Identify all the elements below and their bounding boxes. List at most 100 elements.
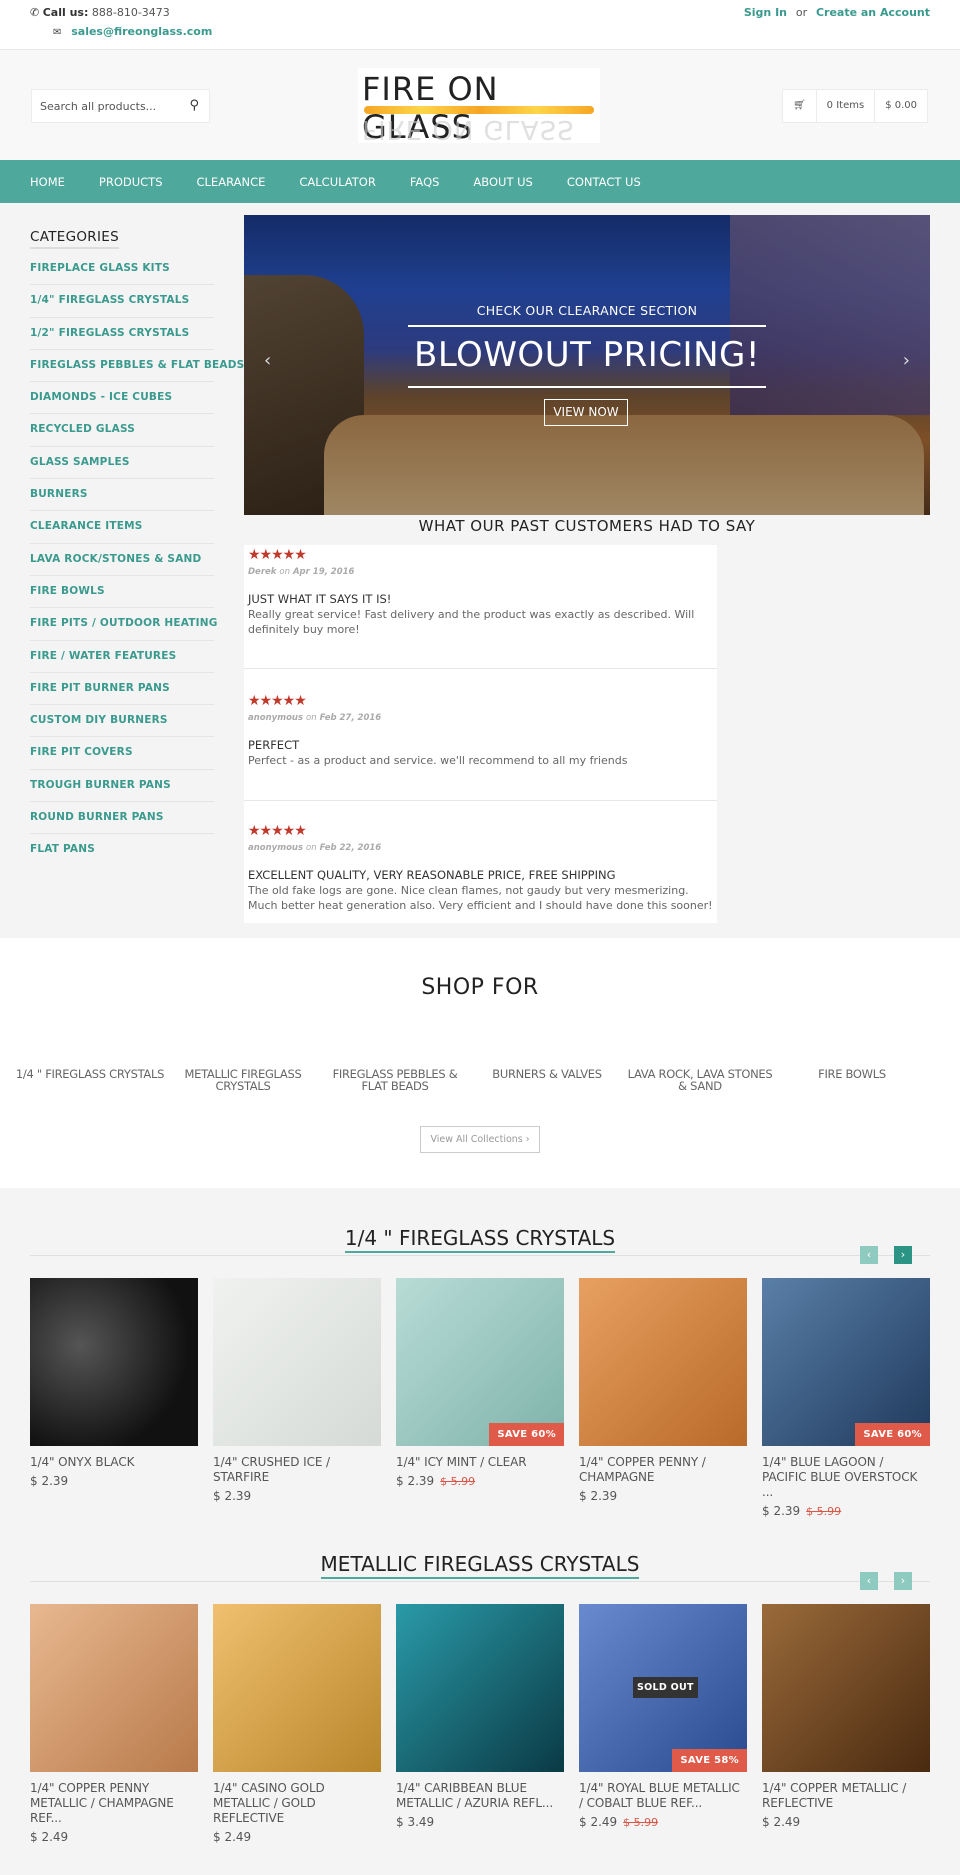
product-price: $ 2.49 [579,1815,618,1829]
category-item[interactable]: 1/2" FIREGLASS CRYSTALS [30,318,214,350]
slider-prev-icon[interactable]: ‹ [264,350,271,371]
shop-category-link[interactable]: METALLIC FIREGLASS CRYSTALS [168,1068,318,1092]
product-image[interactable] [30,1604,198,1772]
product-card[interactable]: 1/4" CASINO GOLD METALLIC / GOLD REFLECT… [213,1604,381,1844]
product-card[interactable]: SAVE 60% 1/4" BLUE LAGOON / PACIFIC BLUE… [762,1278,930,1518]
product-image[interactable]: SAVE 60% [762,1278,930,1446]
nav-about-us[interactable]: ABOUT US [473,175,532,189]
slider-next-icon[interactable]: › [903,350,910,371]
category-item[interactable]: FIRE PIT BURNER PANS [30,673,214,706]
product-name[interactable]: 1/4" CASINO GOLD METALLIC / GOLD REFLECT… [213,1781,381,1826]
product-name[interactable]: 1/4" ICY MINT / CLEAR [396,1455,564,1470]
hero-slider[interactable]: CHECK OUR CLEARANCE SECTION BLOWOUT PRIC… [244,215,930,515]
divider [30,1255,930,1256]
product-name[interactable]: 1/4" CARIBBEAN BLUE METALLIC / AZURIA RE… [396,1781,564,1811]
product-name[interactable]: 1/4" CRUSHED ICE / STARFIRE [213,1455,381,1485]
review-item: ★★★★★ anonymous on Feb 27, 2016 PERFECT … [244,669,717,801]
product-price: $ 2.39 [30,1474,69,1488]
cart-widget[interactable]: 🛒︎ 0 Items $ 0.00 [781,89,928,123]
shop-category-link[interactable]: LAVA ROCK, LAVA STONES & SAND [625,1068,775,1092]
product-card[interactable]: 1/4" COPPER METALLIC / REFLECTIVE $ 2.49 [762,1604,930,1829]
category-item[interactable]: LAVA ROCK/STONES & SAND [30,544,214,576]
shop-category-link[interactable]: FIRE BOWLS [777,1068,927,1080]
view-now-button[interactable]: VIEW NOW [544,399,628,426]
view-all-collections-button[interactable]: View All Collections › [420,1126,540,1153]
product-image[interactable] [213,1604,381,1772]
product-name[interactable]: 1/4" COPPER PENNY METALLIC / CHAMPAGNE R… [30,1781,198,1826]
product-image[interactable] [30,1278,198,1446]
product-image[interactable] [762,1604,930,1772]
category-item[interactable]: CUSTOM DIY BURNERS [30,705,214,738]
category-item[interactable]: FIRE / WATER FEATURES [30,641,214,673]
email-link[interactable]: sales@fireonglass.com [71,25,212,38]
nav-home[interactable]: HOME [30,175,65,189]
search-input[interactable]: Search all products... ⚲ [31,89,210,123]
carousel-next-button[interactable]: › [894,1246,912,1264]
category-item[interactable]: FIREGLASS PEBBLES & FLAT BEADS [30,350,244,383]
carousel-prev-button[interactable]: ‹ [860,1246,878,1264]
product-card[interactable]: SOLD OUT SAVE 58% 1/4" ROYAL BLUE METALL… [579,1604,747,1829]
category-item[interactable]: ROUND BURNER PANS [30,802,214,835]
product-card[interactable]: 1/4" CRUSHED ICE / STARFIRE $ 2.39 [213,1278,381,1503]
nav-clearance[interactable]: CLEARANCE [197,175,266,189]
product-card[interactable]: 1/4" CARIBBEAN BLUE METALLIC / AZURIA RE… [396,1604,564,1829]
category-item[interactable]: FLAT PANS [30,834,214,866]
category-item[interactable]: BURNERS [30,479,214,512]
product-image[interactable]: SOLD OUT SAVE 58% [579,1604,747,1772]
product-name[interactable]: 1/4" ROYAL BLUE METALLIC / COBALT BLUE R… [579,1781,747,1811]
shop-category-link[interactable]: BURNERS & VALVES [472,1068,622,1080]
carousel-next-button[interactable]: › [894,1572,912,1590]
divider [30,1581,930,1582]
category-item[interactable]: TROUGH BURNER PANS [30,770,214,803]
review-title: JUST WHAT IT SAYS IT IS! [248,592,392,606]
hero-divider [408,386,766,388]
category-item[interactable]: FIREPLACE GLASS KITS [30,253,214,286]
search-icon[interactable]: ⚲ [189,98,199,113]
cart-items-count[interactable]: 0 Items [817,90,876,122]
product-name[interactable]: 1/4" COPPER PENNY / CHAMPAGNE [579,1455,747,1485]
main-nav: HOME PRODUCTS CLEARANCE CALCULATOR FAQS … [0,160,960,203]
category-item[interactable]: CLEARANCE ITEMS [30,511,214,544]
reviews-list: ★★★★★ Derek on Apr 19, 2016 JUST WHAT IT… [244,545,717,923]
collection-title[interactable]: 1/4 " FIREGLASS CRYSTALS [344,1226,616,1253]
cart-icon[interactable]: 🛒︎ [783,90,817,122]
collection-title[interactable]: METALLIC FIREGLASS CRYSTALS [320,1552,640,1579]
call-us: ✆ Call us: 888-810-3473 [30,6,170,19]
product-price: $ 2.39 [579,1489,618,1503]
nav-calculator[interactable]: CALCULATOR [299,175,375,189]
nav-products[interactable]: PRODUCTS [99,175,163,189]
logo[interactable]: FIRE ON GLASS FIRE ON GLASS [358,68,600,146]
product-image[interactable] [213,1278,381,1446]
product-name[interactable]: 1/4" COPPER METALLIC / REFLECTIVE [762,1781,930,1811]
category-item[interactable]: GLASS SAMPLES [30,447,214,480]
review-date: Feb 27, 2016 [319,713,382,723]
review-on: on [306,713,317,723]
product-card[interactable]: SAVE 60% 1/4" ICY MINT / CLEAR $ 2.39 $ 5… [396,1278,564,1488]
shop-category-link[interactable]: 1/4 " FIREGLASS CRYSTALS [15,1068,165,1080]
category-item[interactable]: DIAMONDS - ICE CUBES [30,382,214,415]
sign-in-link[interactable]: Sign In [744,6,787,19]
category-item[interactable]: 1/4" FIREGLASS CRYSTALS [30,285,214,318]
product-image[interactable]: SAVE 60% [396,1278,564,1446]
logo-reflection: FIRE ON GLASS [362,114,575,144]
product-card[interactable]: 1/4" ONYX BLACK $ 2.39 [30,1278,198,1488]
product-image[interactable] [579,1278,747,1446]
product-card[interactable]: 1/4" COPPER PENNY METALLIC / CHAMPAGNE R… [30,1604,198,1844]
nav-contact-us[interactable]: CONTACT US [567,175,641,189]
product-card[interactable]: 1/4" COPPER PENNY / CHAMPAGNE $ 2.39 [579,1278,747,1503]
nav-faqs[interactable]: FAQS [410,175,440,189]
header: Search all products... ⚲ FIRE ON GLASS F… [0,50,960,160]
category-item[interactable]: RECYCLED GLASS [30,414,214,447]
product-image[interactable] [396,1604,564,1772]
create-account-link[interactable]: Create an Account [816,6,930,19]
phone-number[interactable]: 888-810-3473 [92,6,170,19]
category-item[interactable]: FIRE PITS / OUTDOOR HEATING [30,608,217,641]
carousel-prev-button[interactable]: ‹ [860,1572,878,1590]
product-name[interactable]: 1/4" ONYX BLACK [30,1455,198,1470]
category-item[interactable]: FIRE PIT COVERS [30,737,214,770]
product-name[interactable]: 1/4" BLUE LAGOON / PACIFIC BLUE OVERSTOC… [762,1455,930,1500]
cart-total[interactable]: $ 0.00 [875,90,927,122]
category-item[interactable]: FIRE BOWLS [30,576,214,609]
shop-category-link[interactable]: FIREGLASS PEBBLES & FLAT BEADS [320,1068,470,1092]
product-price: $ 2.49 [762,1815,801,1829]
